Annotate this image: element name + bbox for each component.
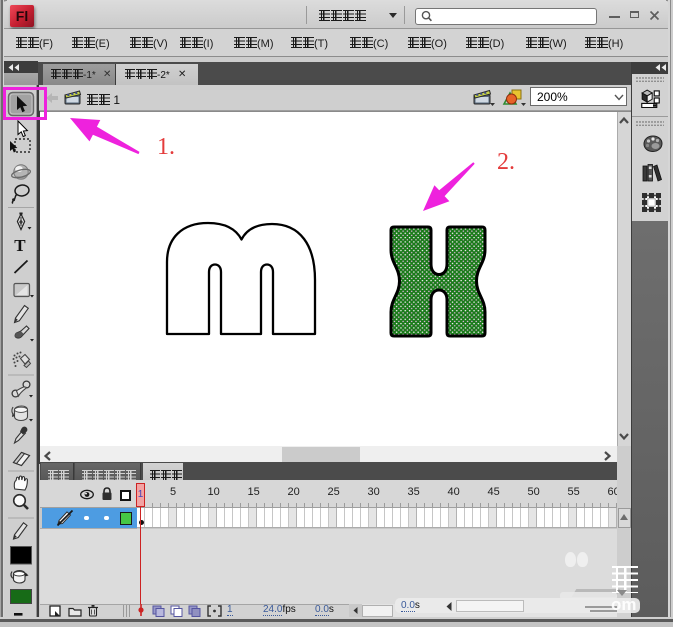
svg-text:T: T bbox=[14, 236, 26, 255]
svg-text:1.: 1. bbox=[157, 134, 175, 160]
svg-text:2.: 2. bbox=[497, 149, 515, 175]
